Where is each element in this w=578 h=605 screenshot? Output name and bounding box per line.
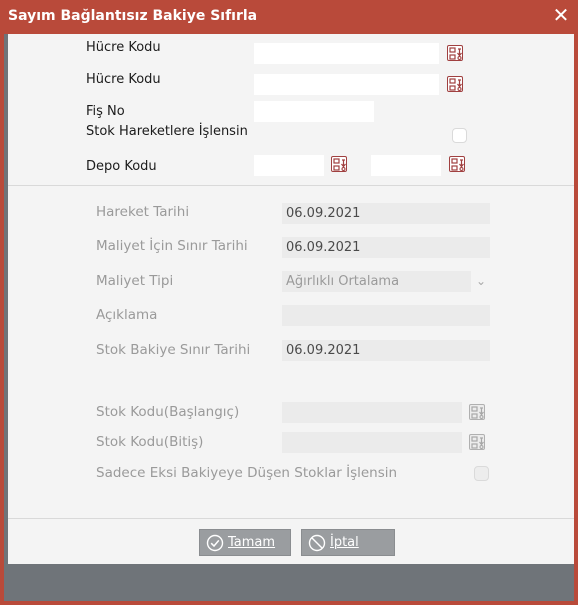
aciklama-field <box>282 305 490 326</box>
maliyet-sinir-field: 06.09.2021 <box>282 237 490 258</box>
depo-kodu-1-input[interactable] <box>254 155 324 176</box>
stok-kodu-bit-field <box>282 432 462 453</box>
cancel-button[interactable]: İptal <box>301 529 395 556</box>
maliyet-tipi-label: Maliyet Tipi <box>96 273 174 289</box>
dialog-body: Hücre Kodu Hücre Kodu Fiş No Stok Hareke… <box>8 34 574 564</box>
depo-kodu-1-lookup-icon[interactable] <box>331 156 347 172</box>
stok-kodu-bas-lookup-icon <box>469 404 485 420</box>
title-bar[interactable]: Sayım Bağlantısız Bakiye Sıfırla ✕ <box>0 0 578 34</box>
close-icon[interactable]: ✕ <box>550 4 572 26</box>
hucre-kodu-2-lookup-icon[interactable] <box>447 76 463 92</box>
stok-bakiye-label: Stok Bakiye Sınır Tarihi <box>96 342 251 358</box>
hucre-kodu-1-lookup-icon[interactable] <box>447 45 463 61</box>
cancel-button-label: İptal <box>330 535 359 550</box>
aciklama-label: Açıklama <box>96 307 158 323</box>
stok-hareket-checkbox[interactable] <box>452 128 467 143</box>
chevron-down-icon: ⌄ <box>476 274 487 288</box>
hucre-kodu-1-label: Hücre Kodu <box>86 40 161 55</box>
status-strip <box>8 564 574 590</box>
maliyet-tipi-select: Ağırlıklı Ortalama <box>282 271 471 292</box>
stok-kodu-bit-label: Stok Kodu(Bitiş) <box>96 434 204 450</box>
stok-kodu-bit-lookup-icon <box>469 434 485 450</box>
dialog-window: Sayım Bağlantısız Bakiye Sıfırla ✕ Hücre… <box>0 0 578 605</box>
cancel-icon <box>308 534 326 551</box>
hucre-kodu-2-label: Hücre Kodu <box>86 72 161 87</box>
stok-bakiye-field: 06.09.2021 <box>282 340 490 361</box>
hucre-kodu-2-input[interactable] <box>254 74 439 95</box>
check-circle-icon <box>206 534 224 551</box>
footer-divider <box>8 518 574 519</box>
ok-button[interactable]: Tamam <box>199 529 291 556</box>
sadece-eksi-label: Sadece Eksi Bakiyeye Düşen Stoklar İşlen… <box>96 465 398 481</box>
depo-kodu-2-lookup-icon[interactable] <box>449 156 465 172</box>
fis-no-input[interactable] <box>254 101 374 122</box>
ok-button-label: Tamam <box>228 535 276 550</box>
window-title: Sayım Bağlantısız Bakiye Sıfırla <box>8 8 258 24</box>
depo-kodu-2-input[interactable] <box>371 155 441 176</box>
stok-kodu-bas-label: Stok Kodu(Başlangıç) <box>96 404 240 420</box>
hareket-tarihi-label: Hareket Tarihi <box>96 204 190 220</box>
sadece-eksi-checkbox <box>474 466 489 481</box>
maliyet-sinir-label: Maliyet İçin Sınır Tarihi <box>96 238 248 254</box>
hucre-kodu-1-input[interactable] <box>254 43 439 64</box>
section-divider <box>8 185 574 186</box>
depo-kodu-label: Depo Kodu <box>86 159 157 174</box>
hareket-tarihi-field: 06.09.2021 <box>282 203 490 224</box>
stok-kodu-bas-field <box>282 402 462 423</box>
stok-hareket-label: Stok Hareketlere İşlensin <box>86 124 248 139</box>
fis-no-label: Fiş No <box>86 104 125 119</box>
